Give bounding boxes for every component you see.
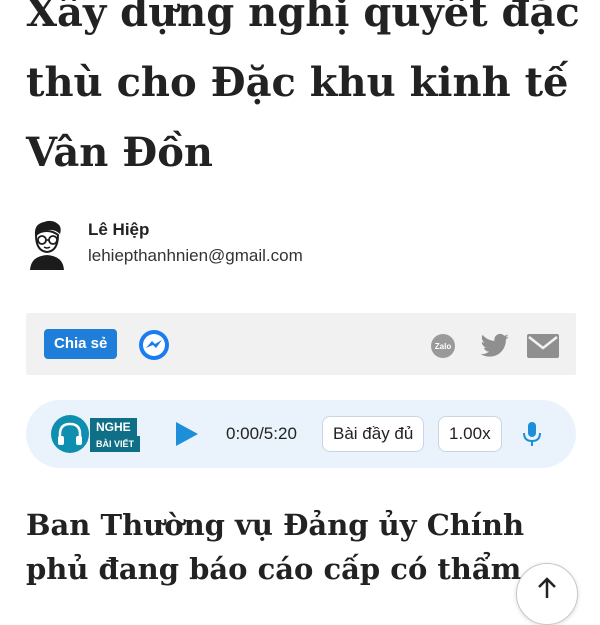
headphone-icon: [51, 415, 89, 453]
listen-badge-bottom: BÀI VIẾT: [90, 436, 141, 452]
microphone-icon[interactable]: [520, 420, 544, 448]
author-email[interactable]: lehiepthanhnien@gmail.com: [88, 246, 303, 266]
audio-time: 0:00/5:20: [226, 424, 297, 443]
audio-player: NGHE BÀI VIẾT 0:00/5:20 Bài đầy đủ 1.00x: [26, 400, 576, 468]
twitter-icon[interactable]: [480, 333, 510, 359]
author-name[interactable]: Lê Hiệp: [88, 220, 149, 240]
scroll-to-top-button[interactable]: [516, 563, 578, 625]
zalo-icon[interactable]: Zalo: [430, 333, 456, 359]
article-title: Xây dựng nghị quyết đặc thù cho Đặc khu …: [26, 0, 580, 176]
play-icon[interactable]: [172, 420, 200, 448]
arrow-up-icon: [538, 577, 556, 598]
article-lead: Ban Thường vụ Đảng ủy Chính phủ đang báo…: [26, 508, 525, 586]
share-bar: Chia sẻ Zalo: [26, 313, 576, 375]
zalo-label: Zalo: [435, 342, 452, 351]
listen-badge-top: NGHE: [90, 418, 137, 436]
mail-icon[interactable]: [526, 333, 560, 359]
listen-article-badge: NGHE BÀI VIẾT: [50, 414, 158, 454]
playback-speed-button[interactable]: 1.00x: [438, 416, 502, 452]
author-avatar[interactable]: [26, 218, 68, 270]
author-block: Lê Hiệp lehiepthanhnien@gmail.com: [26, 218, 586, 274]
share-button[interactable]: Chia sẻ: [44, 329, 118, 359]
messenger-icon[interactable]: [138, 329, 170, 361]
full-article-mode-button[interactable]: Bài đầy đủ: [322, 416, 425, 452]
